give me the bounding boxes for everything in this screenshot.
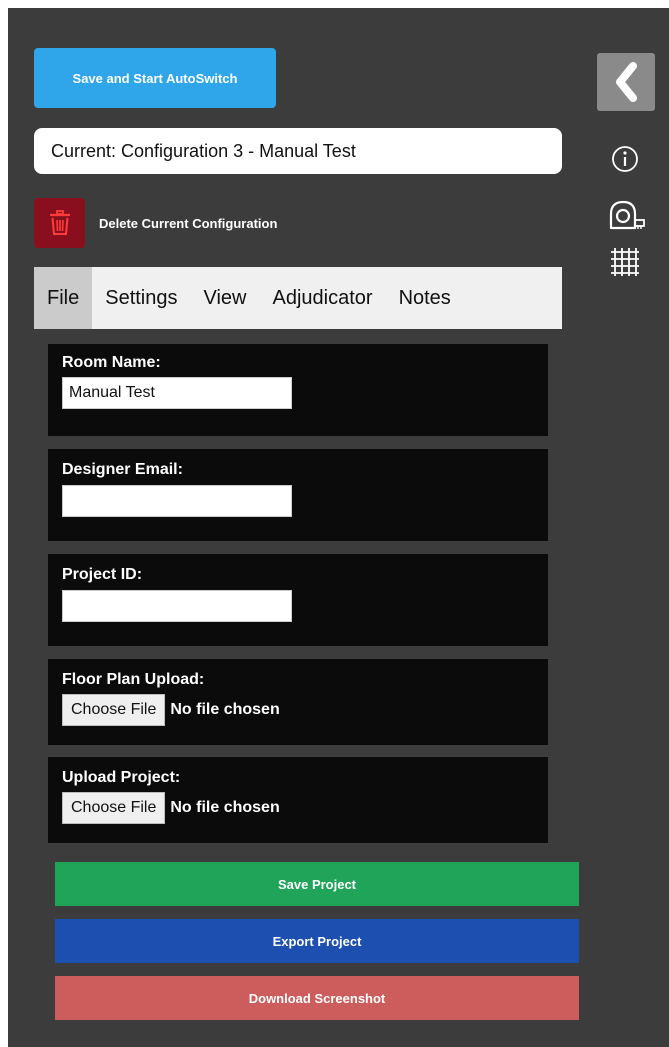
floor-plan-file-status: No file chosen bbox=[170, 701, 280, 718]
chevron-left-icon bbox=[616, 62, 637, 102]
tab-adjudicator[interactable]: Adjudicator bbox=[260, 267, 386, 329]
save-project-button[interactable]: Save Project bbox=[55, 862, 579, 906]
floor-plan-label: Floor Plan Upload: bbox=[62, 671, 205, 688]
room-name-section: Room Name: bbox=[48, 344, 548, 436]
grid-icon bbox=[611, 248, 639, 276]
trash-icon bbox=[49, 210, 70, 235]
download-screenshot-button[interactable]: Download Screenshot bbox=[55, 976, 579, 1020]
designer-email-input[interactable] bbox=[62, 485, 292, 517]
save-start-autoswitch-button[interactable]: Save and Start AutoSwitch bbox=[34, 48, 276, 108]
tab-file[interactable]: File bbox=[34, 267, 93, 329]
info-button[interactable] bbox=[601, 144, 649, 174]
room-name-label: Room Name: bbox=[62, 354, 161, 371]
designer-email-label: Designer Email: bbox=[62, 461, 183, 478]
designer-email-section: Designer Email: bbox=[48, 449, 548, 541]
export-project-button[interactable]: Export Project bbox=[55, 919, 579, 963]
side-panel: Save and Start AutoSwitch Current: Confi… bbox=[8, 8, 669, 1047]
delete-configuration-label: Delete Current Configuration bbox=[99, 216, 278, 231]
upload-project-label: Upload Project: bbox=[62, 769, 181, 786]
tab-notes[interactable]: Notes bbox=[386, 267, 464, 329]
project-id-input[interactable] bbox=[62, 590, 292, 622]
tab-view[interactable]: View bbox=[191, 267, 260, 329]
delete-configuration-button[interactable] bbox=[34, 198, 85, 248]
measure-tool-button[interactable] bbox=[601, 196, 649, 236]
project-id-section: Project ID: bbox=[48, 554, 548, 646]
floor-plan-choose-file-button[interactable]: Choose File bbox=[62, 694, 166, 726]
project-id-label: Project ID: bbox=[62, 566, 143, 583]
tab-settings[interactable]: Settings bbox=[92, 267, 190, 329]
tape-measure-icon bbox=[609, 200, 645, 230]
grid-toggle-button[interactable] bbox=[601, 246, 649, 278]
info-icon bbox=[612, 146, 638, 172]
upload-project-section: Upload Project: Choose File No file chos… bbox=[48, 757, 548, 843]
floor-plan-section: Floor Plan Upload: Choose File No file c… bbox=[48, 659, 548, 745]
tab-bar: File Settings View Adjudicator Notes bbox=[34, 267, 562, 329]
room-name-input[interactable] bbox=[62, 377, 292, 409]
upload-project-choose-file-button[interactable]: Choose File bbox=[62, 792, 166, 824]
current-configuration-display[interactable]: Current: Configuration 3 - Manual Test bbox=[34, 128, 562, 174]
upload-project-file-status: No file chosen bbox=[170, 799, 280, 816]
collapse-panel-button[interactable] bbox=[597, 53, 655, 111]
